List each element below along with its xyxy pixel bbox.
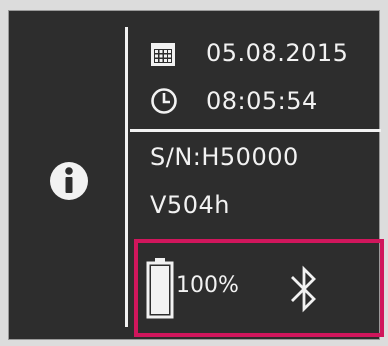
horizontal-divider	[130, 129, 381, 132]
status-box[interactable]: 100%	[134, 239, 384, 337]
details-panel: 05.08.2015 08:05:54 S/N:H50000 V504h 100…	[128, 11, 384, 339]
bluetooth-icon[interactable]	[286, 261, 322, 317]
calendar-icon	[151, 43, 175, 66]
firmware-version: V504h	[150, 191, 230, 219]
time-value: 08:05:54	[206, 87, 318, 115]
info-panel	[9, 11, 121, 339]
clock-icon	[151, 88, 177, 114]
battery-icon	[146, 258, 174, 319]
info-screen: 05.08.2015 08:05:54 S/N:H50000 V504h 100…	[8, 10, 384, 340]
info-icon[interactable]	[49, 161, 89, 201]
device-frame: 05.08.2015 08:05:54 S/N:H50000 V504h 100…	[0, 0, 388, 346]
serial-number: S/N:H50000	[150, 143, 299, 171]
date-value: 05.08.2015	[206, 39, 349, 67]
battery-level: 100%	[176, 273, 239, 298]
